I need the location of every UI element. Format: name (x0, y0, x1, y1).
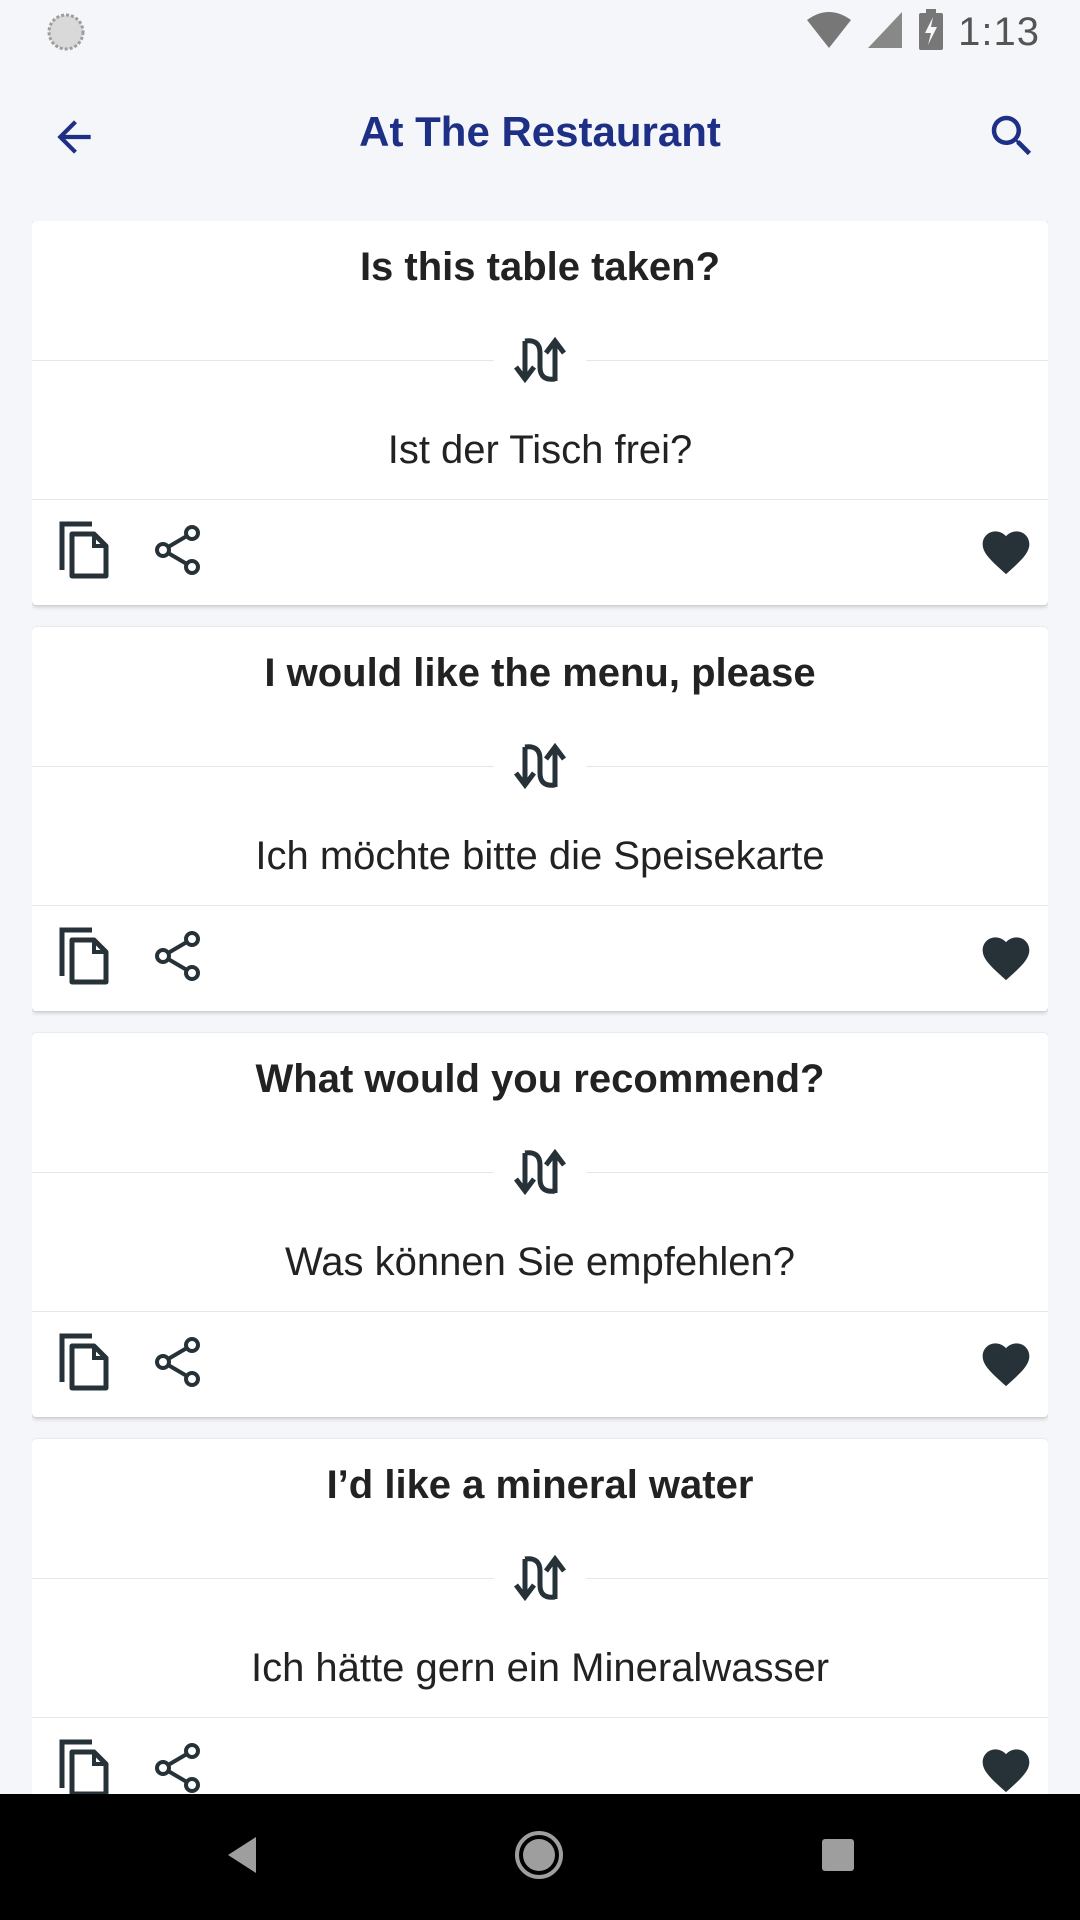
share-icon (151, 523, 205, 582)
app-bar: At The Restaurant (0, 64, 1080, 208)
phrase-card: Is this table taken? Ist der Tisch frei? (32, 221, 1048, 605)
nav-back-button[interactable] (212, 1827, 272, 1887)
card-actions (32, 1718, 1048, 1794)
phrase-card: I’d like a mineral water Ich hätte gern … (32, 1439, 1048, 1794)
phrase-card: I would like the menu, please Ich möchte… (32, 627, 1048, 1011)
system-nav-bar (0, 1794, 1080, 1920)
favorite-button[interactable] (974, 1740, 1038, 1794)
phrase-english: What would you recommend? (255, 1057, 825, 1101)
favorite-button[interactable] (974, 1334, 1038, 1394)
phrase-english: Is this table taken? (359, 245, 721, 289)
favorite-button[interactable] (974, 928, 1038, 988)
phrase-german: Ich hätte gern ein Mineralwasser (250, 1646, 830, 1690)
status-time: 1:13 (958, 9, 1040, 54)
triangle-back-icon (222, 1833, 262, 1882)
share-button[interactable] (148, 1740, 208, 1794)
phrase-list[interactable]: Is this table taken? Ist der Tisch frei? (32, 221, 1048, 1794)
copy-button[interactable] (54, 926, 114, 991)
sync-status-icon (46, 12, 86, 52)
card-actions (32, 906, 1048, 1011)
share-button[interactable] (148, 522, 208, 582)
copy-icon (56, 1738, 112, 1794)
status-bar: 1:13 (0, 0, 1080, 64)
phrase-card: What would you recommend? Was können Sie… (32, 1033, 1048, 1417)
copy-button[interactable] (54, 1332, 114, 1397)
card-actions (32, 500, 1048, 605)
nav-recents-button[interactable] (808, 1827, 868, 1887)
swap-vertical-icon (494, 1551, 586, 1607)
cell-signal-icon (866, 10, 904, 55)
copy-button[interactable] (54, 1738, 114, 1794)
square-recents-icon (818, 1835, 858, 1880)
share-icon (151, 929, 205, 988)
copy-icon (56, 926, 112, 991)
battery-charging-icon (918, 8, 944, 56)
favorite-button[interactable] (974, 522, 1038, 582)
copy-button[interactable] (54, 520, 114, 585)
share-button[interactable] (148, 928, 208, 988)
swap-vertical-icon (494, 739, 586, 795)
copy-icon (56, 520, 112, 585)
heart-icon (978, 524, 1034, 581)
share-icon (151, 1741, 205, 1795)
swap-vertical-icon (494, 333, 586, 389)
phrase-german: Ich möchte bitte die Speisekarte (255, 834, 825, 878)
share-icon (151, 1335, 205, 1394)
wifi-icon (806, 10, 852, 55)
nav-home-button[interactable] (509, 1827, 569, 1887)
page-title: At The Restaurant (359, 108, 721, 155)
share-button[interactable] (148, 1334, 208, 1394)
heart-icon (978, 1742, 1034, 1795)
phrase-english: I’d like a mineral water (326, 1463, 754, 1507)
copy-icon (56, 1332, 112, 1397)
circle-home-icon (513, 1829, 565, 1886)
swap-vertical-icon (494, 1145, 586, 1201)
heart-icon (978, 930, 1034, 987)
heart-icon (978, 1336, 1034, 1393)
search-button[interactable] (980, 106, 1044, 170)
phrase-english: I would like the menu, please (264, 651, 816, 695)
card-actions (32, 1312, 1048, 1417)
phrase-german: Ist der Tisch frei? (387, 428, 693, 472)
phrase-german: Was können Sie empfehlen? (285, 1240, 795, 1284)
search-icon (985, 109, 1039, 168)
